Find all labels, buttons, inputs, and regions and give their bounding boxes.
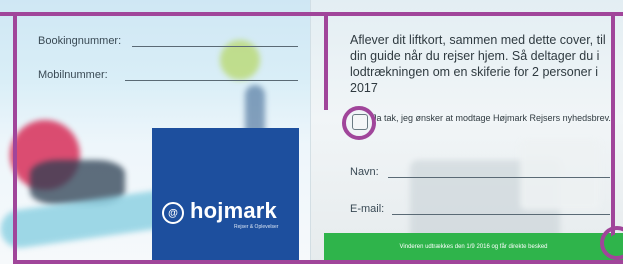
booking-number-field[interactable] (132, 46, 298, 47)
highlight-line-top (13, 12, 623, 16)
email-field[interactable] (392, 214, 610, 215)
highlight-line-left (13, 12, 17, 264)
name-label: Navn: (350, 166, 379, 178)
green-corner-dot (608, 234, 623, 254)
booking-number-label: Bookingnummer: (38, 35, 122, 47)
highlight-line-right (611, 12, 615, 238)
raffle-instructions: Aflever dit liftkort, sammen med dette c… (350, 33, 606, 95)
liftcard-cover: Bookingnummer: Mobilnummer: @ hojmark Re… (0, 0, 623, 264)
brand-name: hojmark (190, 198, 277, 223)
mobile-number-field[interactable] (125, 80, 298, 81)
highlight-line-bottom (13, 260, 623, 264)
mobile-number-label: Mobilnummer: (38, 69, 108, 81)
newsletter-consent-text: Ja tak, jeg ønsker at modtage Højmark Re… (372, 113, 611, 123)
email-label: E-mail: (350, 203, 385, 215)
highlight-line-divider (324, 12, 328, 110)
highlight-circle-checkbox (342, 106, 376, 140)
hojmark-logo-icon: @ (162, 202, 184, 224)
chairlift-seat-shape (520, 140, 600, 210)
brand-block: @ hojmark Rejser & Oplevelser (152, 128, 299, 260)
brand-tagline: Rejser & Oplevelser (234, 224, 279, 230)
fold-line (310, 0, 311, 264)
name-field[interactable] (388, 177, 610, 178)
winner-info-text: Vinderen udtrækkes den 1/9 2016 og får d… (399, 244, 548, 250)
